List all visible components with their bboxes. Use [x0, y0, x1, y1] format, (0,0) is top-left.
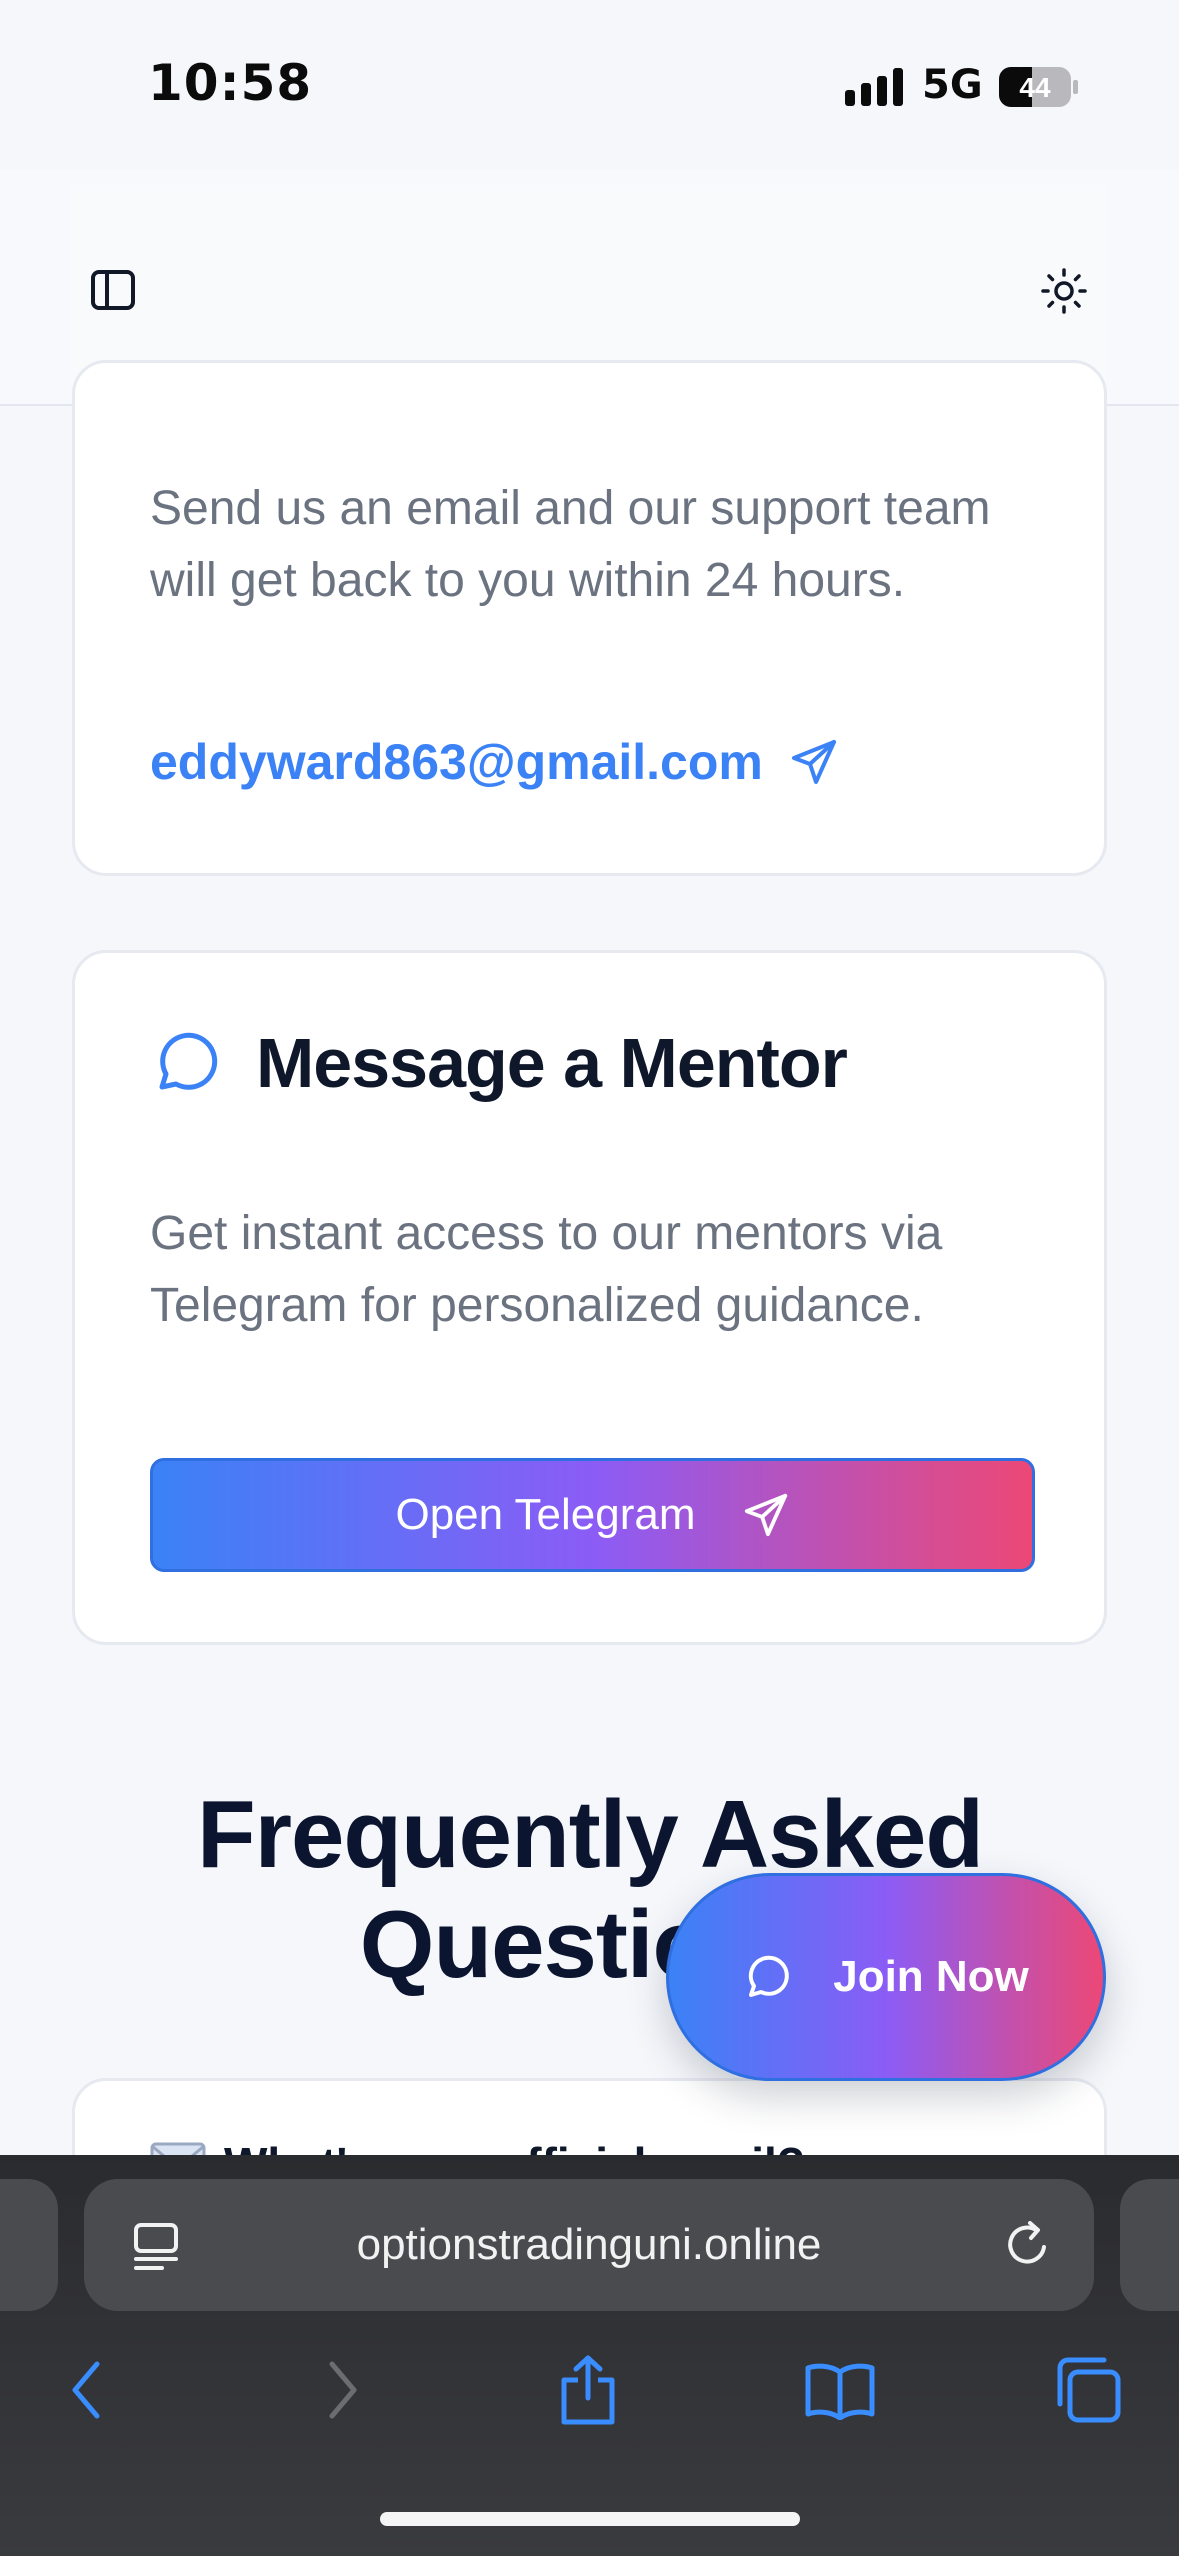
browser-toolbar: optionstradinguni.online: [0, 2155, 1179, 2556]
sun-icon[interactable]: [1040, 267, 1088, 315]
chevron-left-icon: [72, 2361, 100, 2419]
back-button[interactable]: [42, 2345, 132, 2435]
next-tab-preview[interactable]: [1120, 2179, 1179, 2311]
reload-icon[interactable]: [1002, 2219, 1054, 2271]
email-link[interactable]: eddyward863@gmail.com: [150, 733, 839, 791]
email-support-description: Send us an email and our support team wi…: [150, 482, 991, 607]
mentor-title-row: Message a Mentor: [150, 1023, 848, 1103]
status-bar: 10:58 5G 44: [0, 0, 1179, 170]
bookmarks-button[interactable]: [795, 2345, 885, 2435]
share-icon: [561, 2355, 615, 2425]
status-time: 10:58: [148, 54, 313, 112]
send-icon: [791, 740, 836, 784]
join-now-label: Join Now: [833, 1952, 1029, 2001]
message-mentor-card: Message a Mentor Get instant access to o…: [72, 950, 1107, 1645]
chevron-right-icon: [329, 2361, 357, 2419]
send-icon: [744, 1493, 787, 1537]
chat-bubble-icon: [749, 1955, 789, 1997]
tabs-button[interactable]: [1043, 2345, 1133, 2435]
mentor-card-description: Get instant access to our mentors via Te…: [150, 1207, 943, 1332]
join-now-button[interactable]: Join Now: [666, 1873, 1106, 2081]
battery-level: 44: [1019, 72, 1051, 103]
previous-tab-preview[interactable]: [0, 2179, 58, 2311]
chat-bubble-icon: [159, 1032, 218, 1090]
cellular-signal-icon: [845, 68, 903, 106]
book-icon: [805, 2363, 875, 2420]
address-bar[interactable]: optionstradinguni.online: [84, 2179, 1094, 2311]
open-telegram-label: Open Telegram: [395, 1490, 696, 1539]
home-indicator: [380, 2512, 800, 2526]
tabs-icon: [1057, 2357, 1121, 2423]
battery-icon: 44: [999, 67, 1078, 107]
share-button[interactable]: [543, 2345, 633, 2435]
url-text: optionstradinguni.online: [356, 2220, 822, 2269]
sidebar-toggle-icon[interactable]: [90, 267, 136, 313]
open-telegram-button[interactable]: Open Telegram: [150, 1458, 1035, 1572]
email-support-card: Send us an email and our support team wi…: [72, 360, 1107, 876]
forward-button[interactable]: [297, 2345, 387, 2435]
browser-nav-row: [0, 2345, 1179, 2455]
network-type: 5G: [922, 62, 983, 108]
mentor-card-title: Message a Mentor: [256, 1024, 848, 1102]
email-address: eddyward863@gmail.com: [150, 734, 763, 790]
